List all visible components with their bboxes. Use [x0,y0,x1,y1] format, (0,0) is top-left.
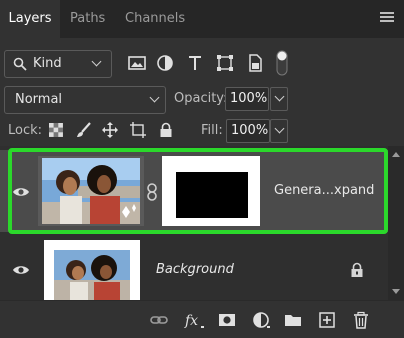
svg-text:fx: fx [184,313,198,329]
shape-layer-filter-icon[interactable] [216,54,234,72]
lock-transparent-pixels-icon[interactable] [48,122,64,138]
layers-list: Genera...xpand Background [0,146,388,302]
opacity-label: Opacity: [174,91,228,106]
fill-input[interactable]: 100% [226,119,270,143]
chevron-down-icon [274,91,285,102]
tab-paths[interactable]: Paths [70,0,105,38]
fx-icon[interactable]: fx [184,311,206,329]
layers-scrollbar[interactable] [388,146,404,300]
scroll-up-arrow[interactable] [392,152,400,157]
background-thumbnail [44,240,140,302]
lock-all-icon[interactable] [158,122,174,138]
adjustment-layer-filter-icon[interactable] [156,54,174,72]
panel-tab-bar: Layers Paths Channels [0,0,404,38]
chevron-down-icon [91,56,102,67]
layer-row-generative-expand[interactable]: Genera...xpand [0,150,388,232]
opacity-slider-button[interactable] [270,87,288,111]
layer-name[interactable]: Genera...xpand [274,183,374,198]
panel-footer: fx [0,300,404,338]
opacity-input[interactable]: 100% [225,87,269,111]
mask-link-icon[interactable] [146,183,158,201]
filter-kind-select[interactable]: Kind [4,50,112,78]
pixel-layer-filter-icon[interactable] [128,54,146,72]
eye-icon[interactable] [12,264,30,276]
lock-position-icon[interactable] [102,122,118,138]
blend-mode-select[interactable]: Normal [4,86,166,114]
add-mask-icon[interactable] [218,311,236,329]
adjustment-layer-icon[interactable] [252,311,270,329]
new-group-icon[interactable] [284,311,302,329]
fill-slider-button[interactable] [270,119,288,143]
filter-toggle-icon[interactable] [276,50,288,76]
lock-icon[interactable] [350,262,364,278]
type-layer-filter-icon[interactable] [186,54,204,72]
tab-channels[interactable]: Channels [125,0,185,38]
layer-thumbnail-photo [38,156,144,226]
lock-artboard-icon[interactable] [130,122,146,138]
background-thumbnail-photo [44,240,140,302]
fill-label: Fill: [201,123,223,138]
filter-kind-label: Kind [33,56,62,71]
link-layers-icon[interactable] [150,311,168,329]
lock-image-pixels-icon[interactable] [76,122,92,138]
blend-mode-value: Normal [15,92,63,107]
chevron-down-icon [274,123,285,134]
layer-mask-thumbnail[interactable] [162,156,260,226]
chevron-down-icon [149,92,160,103]
scroll-down-arrow[interactable] [392,289,400,294]
search-icon [13,57,27,71]
layer-name[interactable]: Background [156,262,234,277]
panel-menu-icon[interactable] [380,12,394,26]
mask-black-region [176,172,248,218]
layer-thumbnail-frame [38,156,144,226]
smart-object-filter-icon[interactable] [246,54,264,72]
new-layer-icon[interactable] [318,311,336,329]
delete-layer-icon[interactable] [352,311,370,329]
eye-icon[interactable] [12,186,30,198]
tab-layers[interactable]: Layers [0,0,60,38]
layer-row-background[interactable]: Background [0,232,388,302]
lock-label: Lock: [8,123,43,138]
